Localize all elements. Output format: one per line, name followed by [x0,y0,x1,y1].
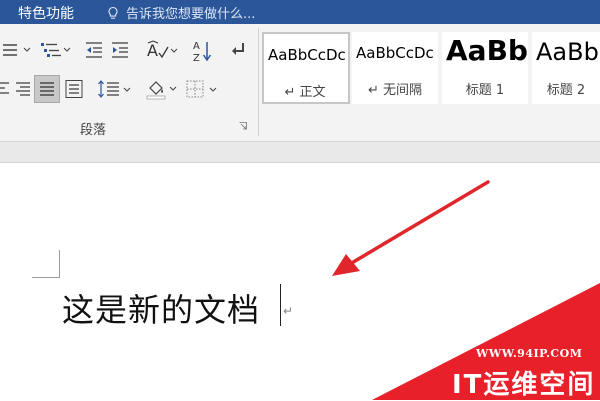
watermark-triangle [372,283,600,400]
watermark-title: IT运维空间 [452,370,596,400]
watermark-url: WWW.94IP.COM [476,347,583,360]
